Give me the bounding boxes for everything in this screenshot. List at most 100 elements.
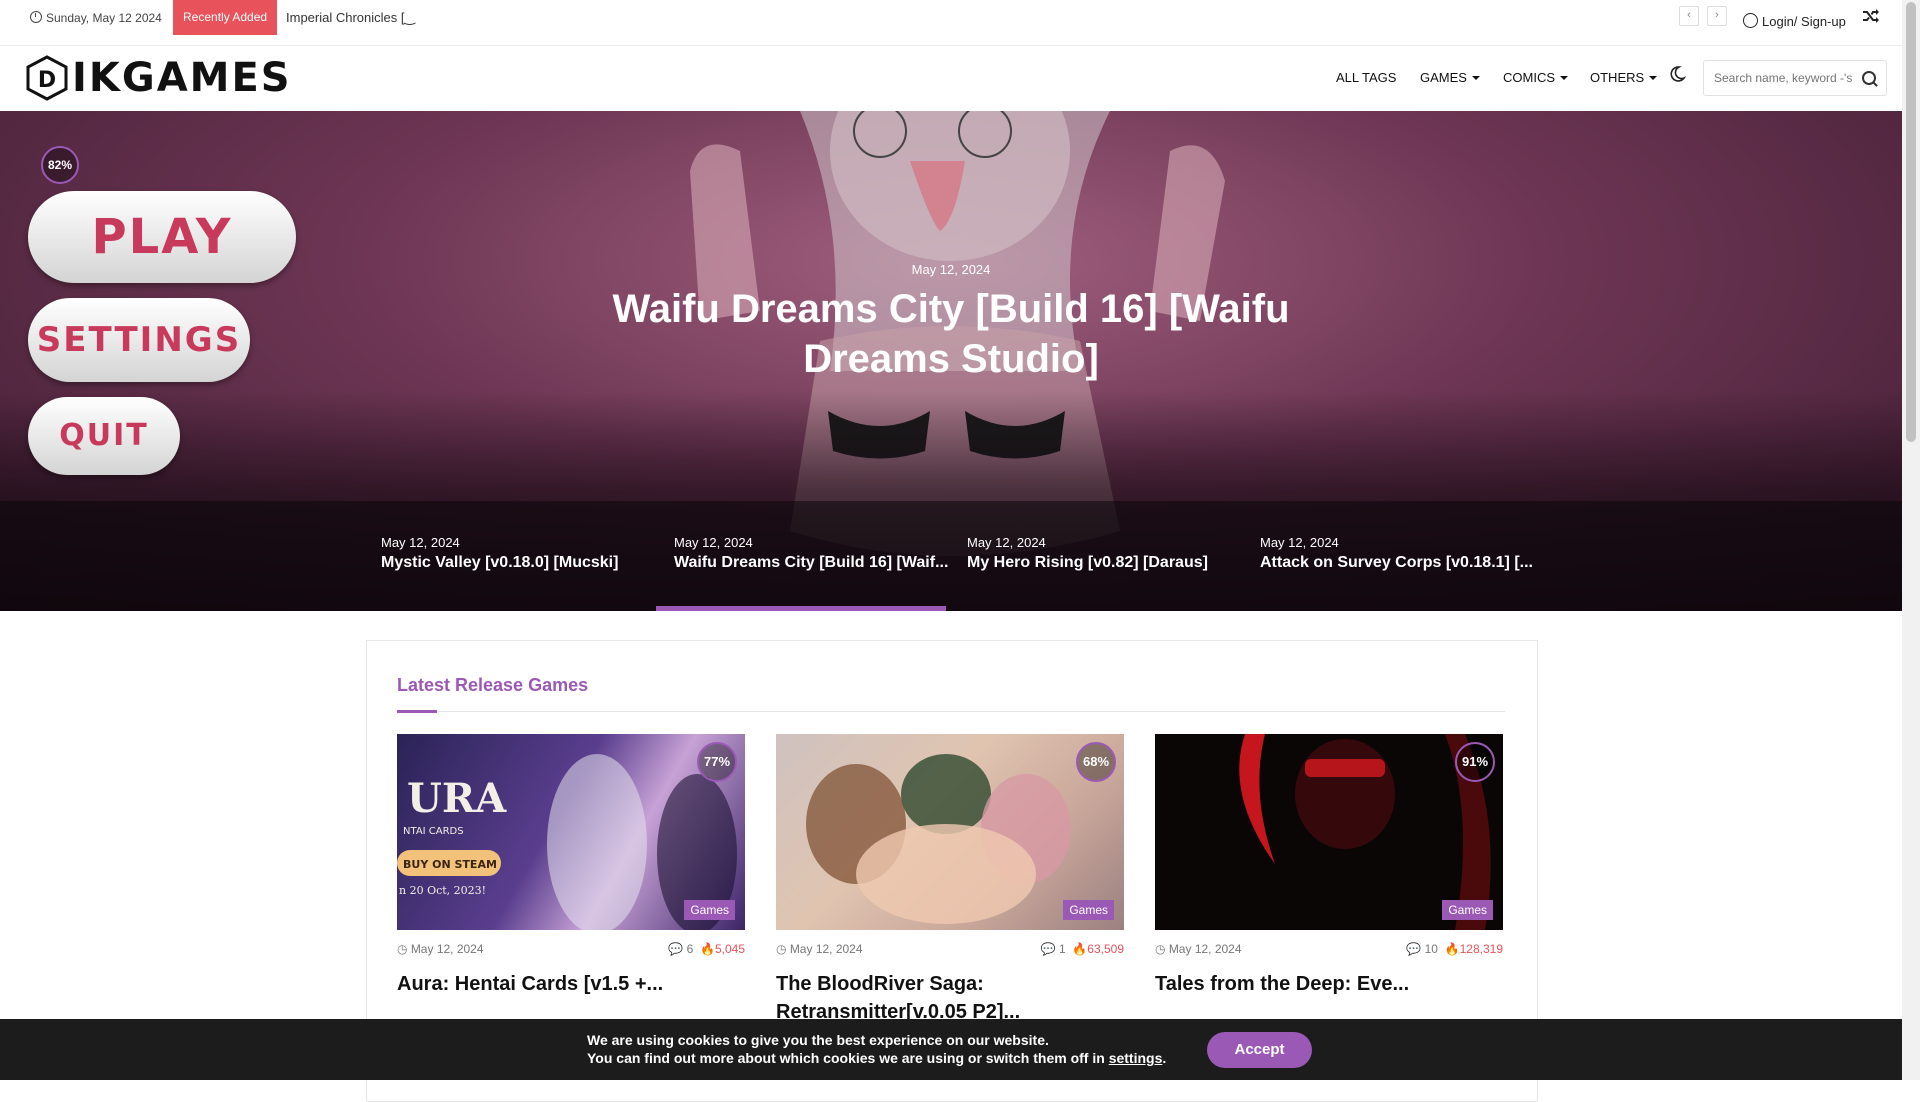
section-divider	[397, 711, 1505, 712]
card-title[interactable]: The BloodRiver Saga: Retransmitter[v.0.0…	[776, 970, 1124, 1026]
game-menu-settings: SETTINGS	[28, 298, 250, 382]
slide-title: Waifu Dreams City [Build 16] [Waif...	[674, 554, 949, 571]
card-date-text: May 12, 2024	[789, 942, 863, 956]
card-stats: 💬 6 🔥5,045	[668, 942, 745, 956]
thumbnail-text: URA	[407, 775, 507, 822]
recently-added-label: Recently Added	[173, 0, 278, 35]
nav-all-tags[interactable]: ALL TAGS	[1336, 46, 1396, 110]
card-date-text: May 12, 2024	[410, 942, 484, 956]
card-date-text: May 12, 2024	[1168, 942, 1242, 956]
current-date: Sunday, May 12 2024	[30, 0, 162, 36]
comment-icon: 💬	[1406, 942, 1422, 956]
thumbnail-text: NTAI CARDS	[403, 826, 464, 837]
cookie-settings-link[interactable]: settings	[1109, 1050, 1163, 1066]
game-card[interactable]: 91% Games ◷ May 12, 2024 💬 10 🔥128,319 T…	[1155, 734, 1503, 998]
card-date: ◷ May 12, 2024	[776, 942, 863, 956]
category-badge[interactable]: Games	[1063, 900, 1114, 920]
game-card[interactable]: 68% Games ◷ May 12, 2024 💬 1 🔥63,509 The…	[776, 734, 1124, 1026]
card-title[interactable]: Tales from the Deep: Eve...	[1155, 970, 1503, 998]
fire-icon: 🔥	[1072, 942, 1088, 956]
slide-title: My Hero Rising [v0.82] [Daraus]	[967, 554, 1208, 571]
thumbnail-text: n 20 Oct, 2023!	[399, 884, 486, 897]
search-input[interactable]	[1704, 61, 1864, 95]
card-stats: 💬 1 🔥63,509	[1041, 942, 1124, 956]
rating-badge: 91%	[1455, 742, 1495, 782]
card-meta: ◷ May 12, 2024 💬 1 🔥63,509	[776, 942, 1124, 962]
comment-count: 1	[1058, 942, 1066, 956]
clock-icon	[30, 11, 42, 23]
hero-slide-item[interactable]: May 12, 2024 Mystic Valley [v0.18.0] [Mu…	[381, 521, 661, 611]
nav-label: OTHERS	[1590, 70, 1645, 85]
cookie-line-2-end: .	[1162, 1050, 1167, 1066]
cookie-line-1: We are using cookies to give you the bes…	[587, 1032, 1049, 1048]
slide-date: May 12, 2024	[1260, 535, 1339, 550]
nav-comics[interactable]: COMICS	[1503, 46, 1568, 110]
game-thumbnail[interactable]: 91% Games	[1155, 734, 1503, 930]
ticker-link[interactable]: Imperial Chronicles [‿	[286, 0, 415, 36]
cookie-consent-bar: We are using cookies to give you the bes…	[0, 1019, 1902, 1080]
game-menu-quit: QUIT	[28, 397, 180, 475]
view-count: 63,509	[1087, 942, 1124, 956]
ticker-prev-button[interactable]: ‹	[1679, 6, 1699, 26]
card-date: ◷ May 12, 2024	[1155, 942, 1242, 956]
slide-title: Mystic Valley [v0.18.0] [Mucski]	[381, 554, 619, 571]
card-stats: 💬 10 🔥128,319	[1406, 942, 1503, 956]
search-icon[interactable]	[1862, 71, 1876, 85]
hero-slide-item[interactable]: May 12, 2024 Waifu Dreams City [Build 16…	[674, 521, 954, 611]
top-bar: Sunday, May 12 2024 Recently Added Imper…	[0, 0, 1902, 46]
category-badge[interactable]: Games	[1442, 900, 1493, 920]
login-label: Login/ Sign-up	[1762, 14, 1846, 29]
hero-date: May 12, 2024	[911, 262, 991, 277]
game-card[interactable]: URA NTAI CARDS BUY ON STEAM n 20 Oct, 20…	[397, 734, 745, 998]
user-icon	[1743, 13, 1758, 28]
login-link[interactable]: Login/ Sign-up	[1743, 0, 1846, 44]
logo-text: IKGAMES	[72, 55, 292, 101]
rating-badge: 77%	[697, 742, 737, 782]
comment-count: 10	[1424, 942, 1438, 956]
game-thumbnail[interactable]: URA NTAI CARDS BUY ON STEAM n 20 Oct, 20…	[397, 734, 745, 930]
rating-badge: 68%	[1076, 742, 1116, 782]
card-date: ◷ May 12, 2024	[397, 942, 484, 956]
ticker-next-button[interactable]: ›	[1707, 6, 1727, 26]
caret-down-icon	[1560, 76, 1568, 80]
hero-slider[interactable]: 82% PLAY SETTINGS QUIT May 12, 2024 Waif…	[0, 111, 1902, 611]
slide-title: Attack on Survey Corps [v0.18.1] [...	[1260, 554, 1533, 571]
nav-games[interactable]: GAMES	[1420, 46, 1480, 110]
thumbnail-text: BUY ON STEAM	[403, 858, 497, 871]
site-logo[interactable]: D IKGAMES	[24, 54, 292, 102]
card-title[interactable]: Aura: Hentai Cards [v1.5 +...	[397, 970, 745, 998]
caret-down-icon	[1649, 76, 1658, 80]
comment-icon: 💬	[1040, 942, 1056, 956]
cookie-line-2: You can find out more about which cookie…	[587, 1049, 1166, 1067]
page-scrollbar[interactable]	[1902, 0, 1920, 1080]
logo-letter: D	[38, 68, 56, 93]
scrollbar-thumb[interactable]	[1906, 2, 1916, 442]
cookie-message: We are using cookies to give you the bes…	[587, 1031, 1166, 1067]
search-box[interactable]	[1703, 60, 1887, 96]
random-shuffle-icon[interactable]	[1862, 8, 1880, 29]
card-meta: ◷ May 12, 2024 💬 10 🔥128,319	[1155, 942, 1503, 962]
caret-down-icon	[1471, 76, 1480, 80]
hero-title[interactable]: Waifu Dreams City [Build 16] [Waifu Drea…	[610, 284, 1292, 384]
active-slide-indicator	[656, 606, 946, 611]
hero-slide-item[interactable]: May 12, 2024 Attack on Survey Corps [v0.…	[1260, 521, 1540, 611]
card-meta: ◷ May 12, 2024 💬 6 🔥5,045	[397, 942, 745, 962]
hero-rating-badge: 82%	[41, 146, 79, 184]
view-count: 128,319	[1459, 942, 1503, 956]
slide-date: May 12, 2024	[674, 535, 753, 550]
slide-date: May 12, 2024	[381, 535, 460, 550]
comment-count: 6	[686, 942, 694, 956]
slide-date: May 12, 2024	[967, 535, 1046, 550]
nav-label: GAMES	[1420, 70, 1467, 85]
section-title: Latest Release Games	[397, 675, 589, 695]
comment-icon: 💬	[668, 942, 684, 956]
site-header: D IKGAMES ALL TAGS GAMES COMICS OTHERS	[0, 46, 1902, 110]
game-thumbnail[interactable]: 68% Games	[776, 734, 1124, 930]
nav-label: ALL TAGS	[1336, 70, 1397, 85]
hero-slide-item[interactable]: May 12, 2024 My Hero Rising [v0.82] [Dar…	[967, 521, 1247, 611]
category-badge[interactable]: Games	[684, 900, 735, 920]
cookie-line-2-text: You can find out more about which cookie…	[587, 1050, 1109, 1066]
dark-mode-moon-icon[interactable]	[1668, 65, 1687, 83]
nav-others[interactable]: OTHERS	[1590, 46, 1658, 110]
cookie-accept-button[interactable]: Accept	[1207, 1032, 1312, 1068]
